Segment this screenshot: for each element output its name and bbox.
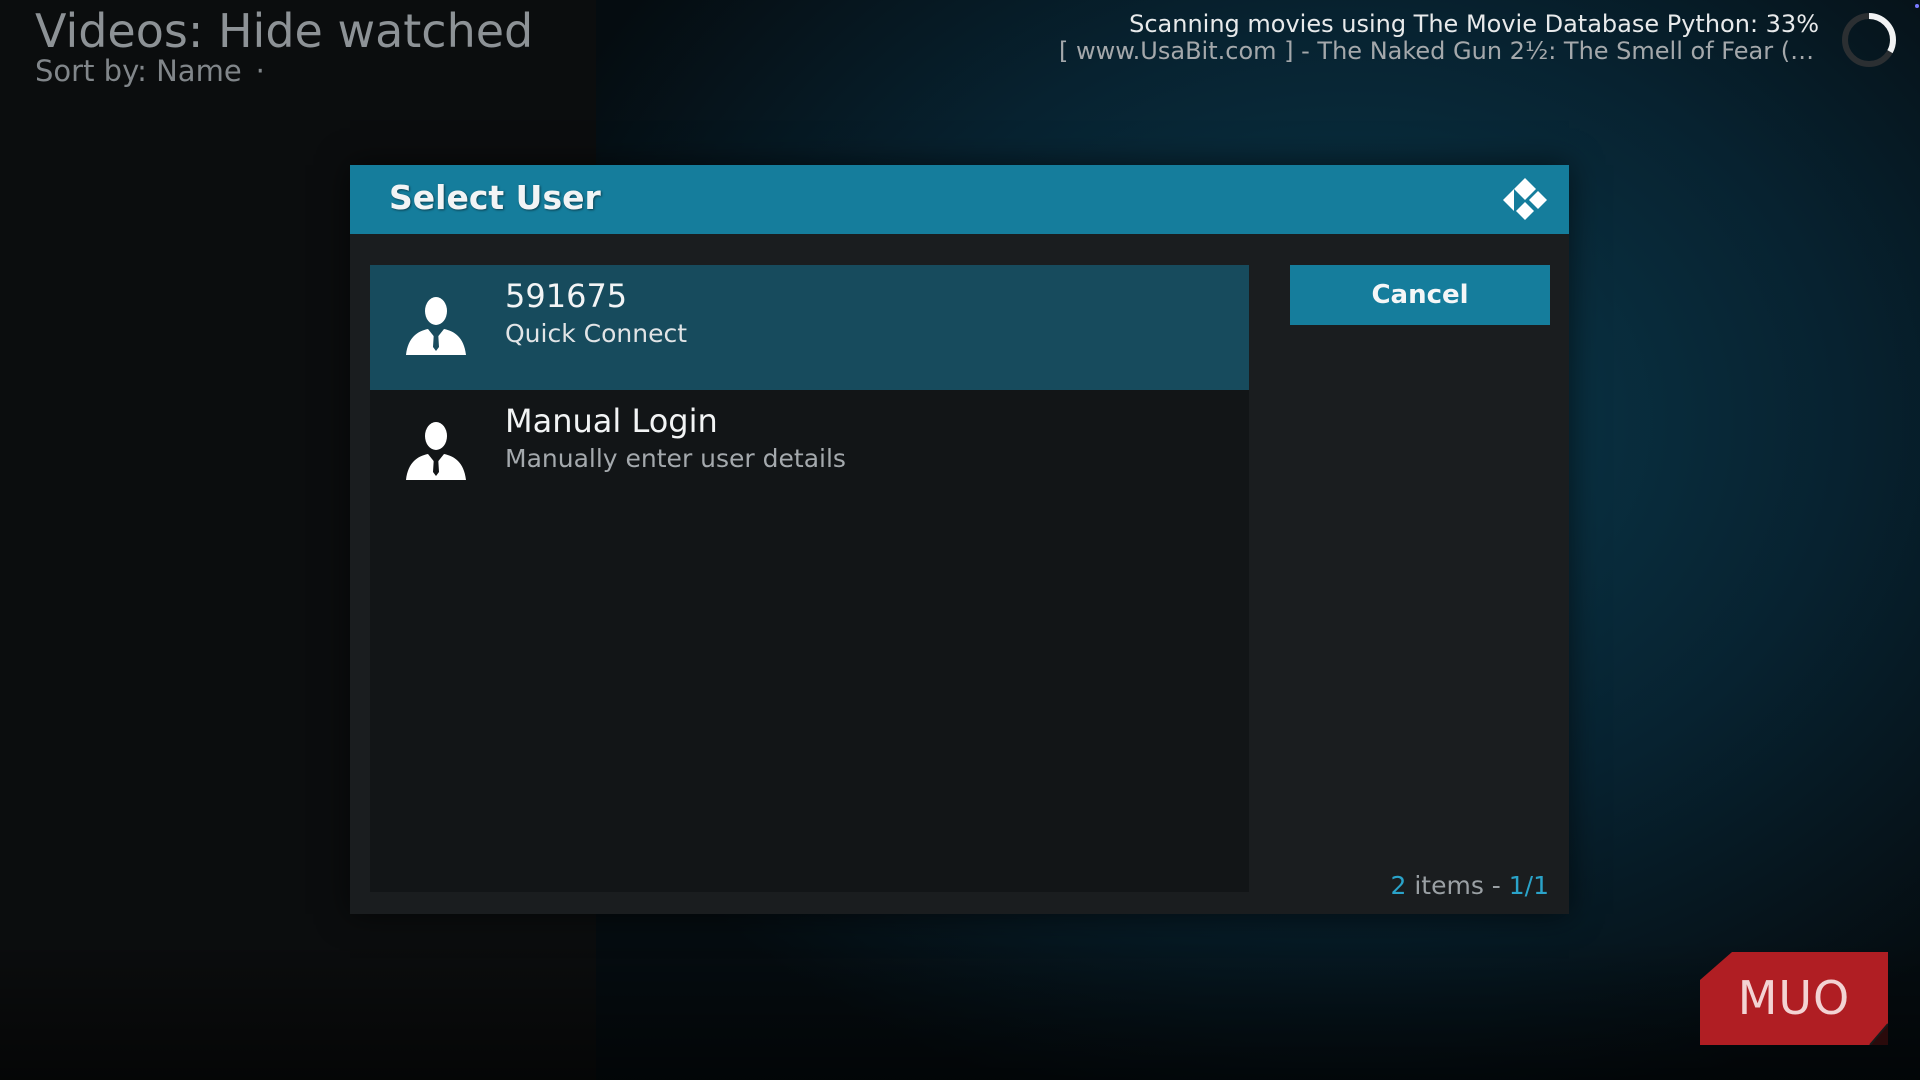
sort-separator: · — [255, 54, 265, 88]
user-list: 591675 Quick Connect Manual Login Manual… — [370, 265, 1249, 892]
list-item-subtitle: Manually enter user details — [505, 444, 846, 473]
page-title: Videos: Hide watched — [35, 4, 534, 58]
indicator-dot — [1915, 4, 1919, 8]
select-user-dialog: Select User 591675 Quick Connect Manual … — [350, 165, 1569, 914]
sort-label: Sort by: Name · — [35, 54, 265, 88]
dialog-title: Select User — [389, 178, 601, 217]
items-count-number: 2 — [1390, 871, 1407, 900]
user-icon — [406, 422, 466, 480]
scan-status-text: Scanning movies using The Movie Database… — [1129, 10, 1819, 38]
list-item-title: 591675 — [505, 277, 628, 315]
sort-text: Sort by: Name — [35, 54, 242, 88]
bottom-fade — [0, 940, 1920, 1080]
list-item-subtitle: Quick Connect — [505, 319, 688, 348]
items-count-label: items - — [1406, 871, 1509, 900]
muo-watermark-logo: MUO — [1700, 952, 1888, 1045]
kodi-logo-icon — [1503, 178, 1547, 220]
dialog-header: Select User — [350, 165, 1569, 234]
list-item-title: Manual Login — [505, 402, 718, 440]
list-item-manual-login[interactable]: Manual Login Manually enter user details — [370, 390, 1249, 515]
busy-spinner-icon — [1842, 13, 1896, 67]
page-indicator: 1/1 — [1508, 871, 1549, 900]
cancel-button[interactable]: Cancel — [1290, 265, 1550, 325]
kodi-screen: Videos: Hide watched Sort by: Name · Scan… — [0, 0, 1920, 1080]
scan-current-item: [ www.UsaBit.com ] - The Naked Gun 2½: T… — [1059, 37, 1819, 65]
muo-watermark-text: MUO — [1738, 971, 1851, 1025]
user-icon — [406, 297, 466, 355]
items-count: 2 items - 1/1 — [1390, 871, 1549, 900]
list-item-quick-connect[interactable]: 591675 Quick Connect — [370, 265, 1249, 390]
